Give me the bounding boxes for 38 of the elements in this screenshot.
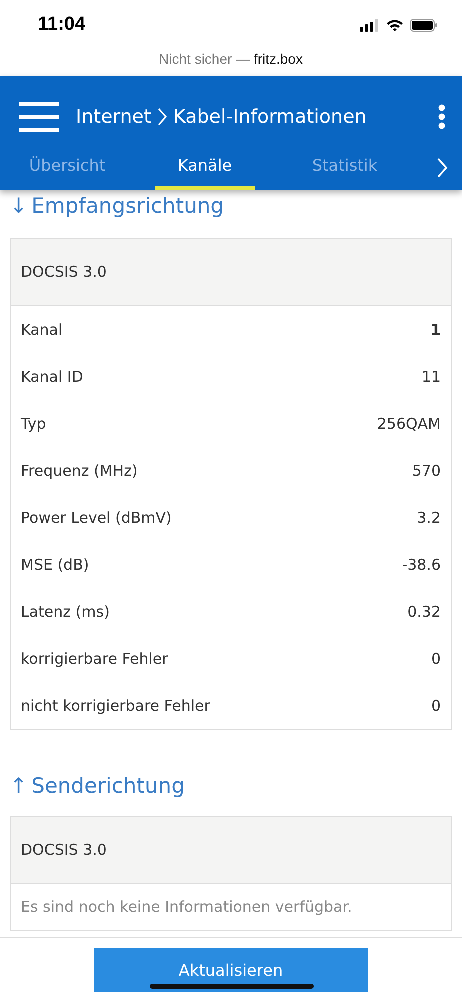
row-value: 570 (412, 462, 441, 480)
arrow-glyph: ↑ (10, 774, 28, 798)
row-label: nicht korrigierbare Fehler (21, 696, 210, 714)
chevron-right-icon (157, 108, 168, 126)
row-value: -38.6 (402, 556, 441, 574)
table-title: DOCSIS 3.0 (21, 841, 107, 859)
empty-message: Es sind noch keine Informationen verfügbar. (20, 897, 354, 918)
row-label: Typ (21, 414, 46, 432)
row-value: 0.32 (408, 602, 441, 620)
table-title: DOCSIS 3.0 (21, 263, 107, 281)
row-label: Kanal ID (21, 368, 84, 386)
row-label: MSE (dB) (21, 556, 90, 574)
breadcrumb-item[interactable]: Internet (76, 106, 152, 128)
signal-icon (360, 18, 380, 32)
arrow-glyph: ↓ (10, 194, 28, 218)
chevron-right-icon[interactable] (437, 158, 448, 178)
section-title: Senderichtung (32, 774, 185, 798)
row-value: 0 (431, 650, 441, 668)
breadcrumb-item: Kabel-Informationen (173, 106, 367, 128)
row-value: 0 (431, 696, 441, 714)
wifi-icon (386, 18, 404, 32)
tab[interactable]: Kanäle (155, 146, 255, 190)
row-label: Frequenz (MHz) (21, 462, 138, 480)
row-value: 3.2 (417, 508, 441, 526)
row-value: 256QAM (377, 414, 441, 432)
row-label: korrigierbare Fehler (21, 650, 168, 668)
url-bar[interactable]: Nicht sicher — fritz.box (0, 50, 462, 76)
row-label: Power Level (dBmV) (21, 508, 172, 526)
row-label: Latenz (ms) (21, 602, 110, 620)
menu-icon[interactable] (19, 102, 59, 132)
row-value: 1 (430, 320, 441, 338)
status-time: 11:04 (38, 14, 86, 36)
battery-icon (410, 18, 438, 32)
refresh-button[interactable]: Aktualisieren (94, 948, 368, 992)
section-title: Empfangsrichtung (32, 194, 224, 218)
row-label: Kanal (21, 320, 63, 338)
row-value: 11 (422, 368, 441, 386)
more-options-icon[interactable] (438, 104, 446, 130)
